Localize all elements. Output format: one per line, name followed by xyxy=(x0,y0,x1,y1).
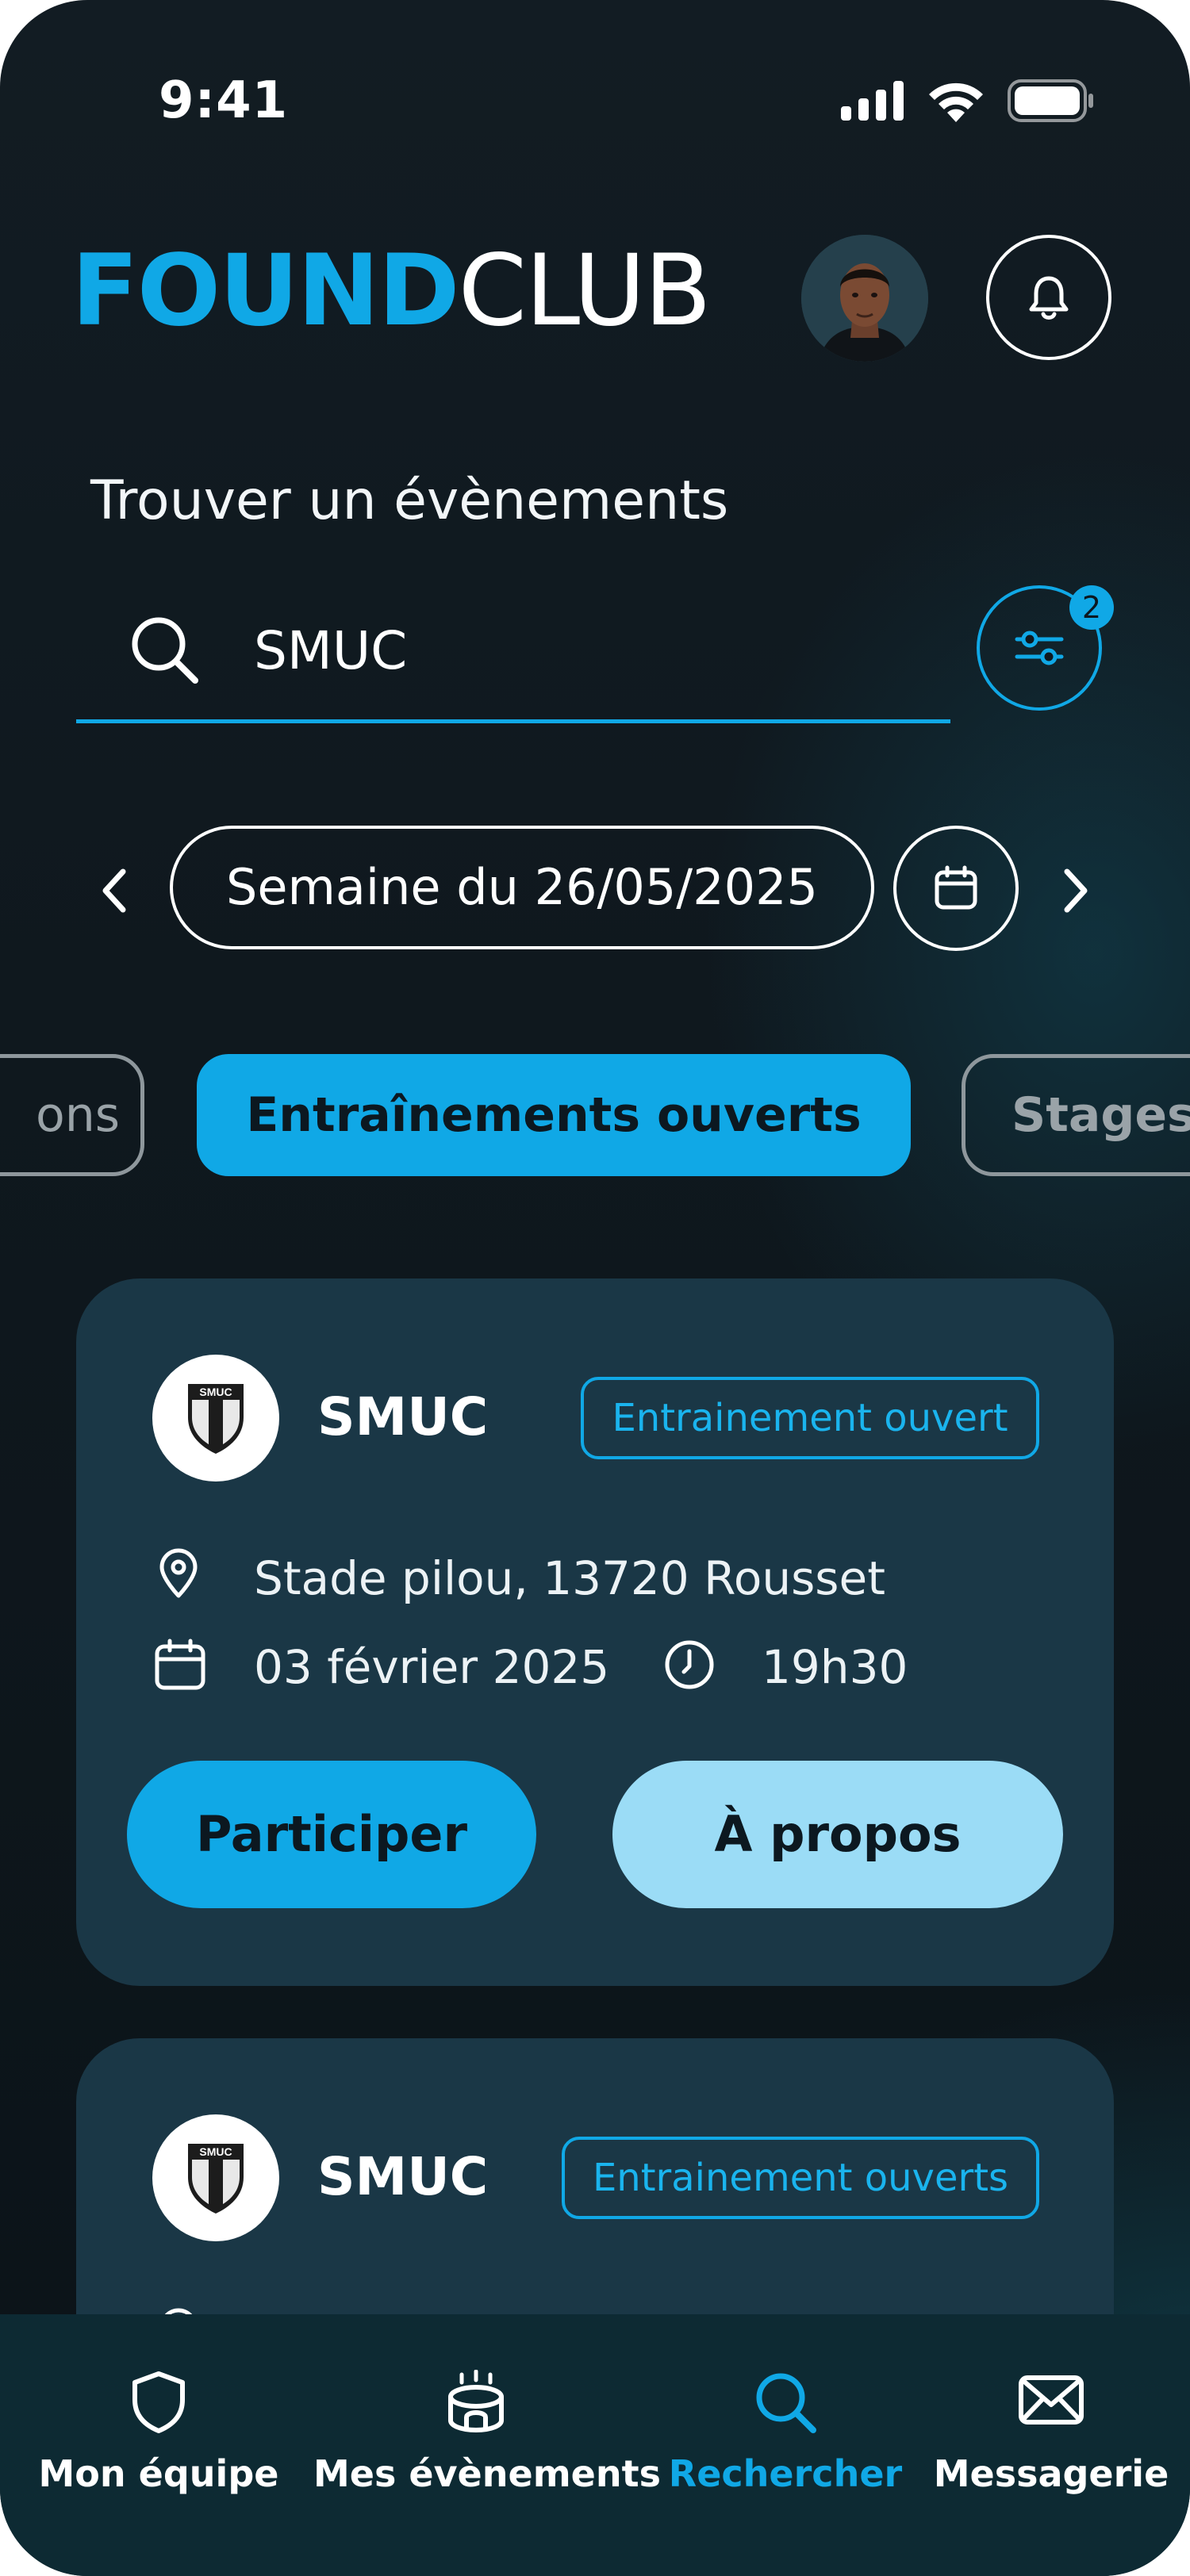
bell-icon xyxy=(1029,276,1069,320)
calendar-icon xyxy=(935,865,977,910)
logo-part-found: FOUND xyxy=(71,234,460,348)
nav-item-mes-evenements[interactable]: Mes évènements xyxy=(313,2314,661,2576)
search-icon xyxy=(756,2373,816,2433)
club-crest-text: SMUC xyxy=(199,1386,232,1398)
calendar-icon xyxy=(155,1639,205,1690)
event-type-tag: Entrainement ouvert xyxy=(581,1377,1039,1459)
club-logo: SMUC xyxy=(152,2114,279,2241)
event-type-tag: Entrainement ouverts xyxy=(562,2137,1039,2219)
app-screen: 9:41 FOUNDCLUB Trouver un évènements SMU… xyxy=(0,0,1190,2576)
battery-icon xyxy=(1008,79,1093,122)
calendar-button[interactable] xyxy=(893,826,1019,951)
avatar-photo xyxy=(801,235,928,362)
search-input[interactable]: SMUC xyxy=(76,596,950,723)
chevron-left-icon xyxy=(102,868,126,913)
filter-count-badge: 2 xyxy=(1069,585,1114,630)
signal-icon xyxy=(841,81,904,121)
status-time: 9:41 xyxy=(159,71,289,130)
next-week-button[interactable] xyxy=(1047,855,1103,926)
app-logo: FOUNDCLUB xyxy=(71,242,712,340)
logo-part-club: CLUB xyxy=(458,234,712,348)
clock-icon xyxy=(665,1640,714,1689)
status-icons xyxy=(841,79,1095,122)
location-pin-icon xyxy=(159,1548,198,1598)
previous-week-button[interactable] xyxy=(87,855,143,926)
nav-item-mon-equipe[interactable]: Mon équipe xyxy=(32,2314,286,2576)
filter-sliders-icon xyxy=(1015,631,1064,665)
nav-label: Messagerie xyxy=(933,2452,1169,2495)
search-value: SMUC xyxy=(254,620,408,681)
nav-item-rechercher[interactable]: Rechercher xyxy=(666,2314,904,2576)
shield-icon xyxy=(132,2371,185,2433)
category-chip[interactable]: ons xyxy=(0,1054,144,1176)
club-name: SMUC xyxy=(317,1386,489,1447)
nav-label: Mes évènements xyxy=(313,2452,661,2495)
event-card[interactable]: SMUC SMUC Entrainement ouvert Stade pilo… xyxy=(76,1278,1114,1986)
club-crest-icon: SMUC xyxy=(188,1384,244,1454)
event-location: Stade pilou, 13720 Rousset xyxy=(254,1551,885,1605)
club-logo: SMUC xyxy=(152,1355,279,1482)
mail-icon xyxy=(1019,2375,1084,2425)
avatar[interactable] xyxy=(801,235,928,362)
bottom-navigation: Mon équipe Mes évènements Rechercher Mes… xyxy=(0,2314,1190,2576)
nav-label: Mon équipe xyxy=(38,2452,279,2495)
club-crest-text: SMUC xyxy=(199,2145,232,2158)
chevron-right-icon xyxy=(1064,868,1088,913)
search-icon xyxy=(132,617,198,684)
category-chip-active[interactable]: Entraînements ouverts xyxy=(197,1054,911,1176)
club-name: SMUC xyxy=(317,2146,489,2207)
notifications-button[interactable] xyxy=(986,235,1111,360)
page-title: Trouver un évènements xyxy=(90,470,729,532)
about-button[interactable]: À propos xyxy=(612,1761,1063,1908)
nav-label: Rechercher xyxy=(668,2452,903,2495)
wifi-icon xyxy=(929,82,983,122)
category-chip[interactable]: Stages xyxy=(962,1054,1190,1176)
participate-button[interactable]: Participer xyxy=(127,1761,536,1908)
club-crest-icon: SMUC xyxy=(188,2144,244,2214)
nav-item-messagerie[interactable]: Messagerie xyxy=(928,2314,1174,2576)
stadium-icon xyxy=(448,2370,504,2433)
event-date: 03 février 2025 xyxy=(254,1640,610,1694)
event-time: 19h30 xyxy=(762,1640,908,1694)
week-selector[interactable]: Semaine du 26/05/2025 xyxy=(170,826,874,949)
